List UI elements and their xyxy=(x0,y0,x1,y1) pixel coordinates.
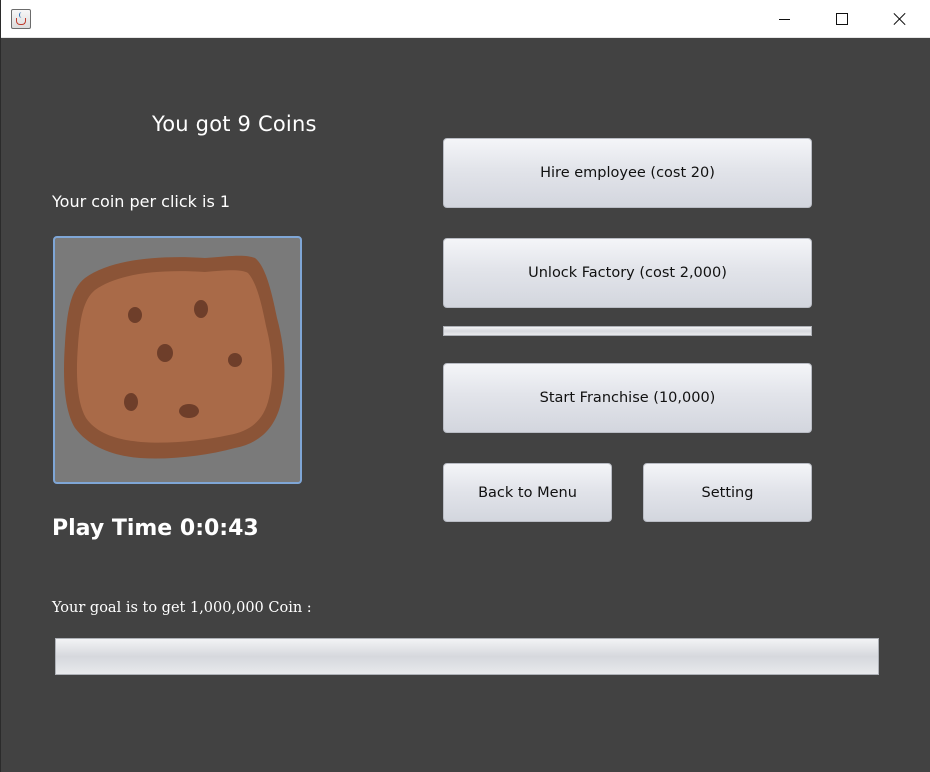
goal-progress-bar xyxy=(55,638,879,675)
maximize-button[interactable] xyxy=(813,0,871,38)
close-icon xyxy=(893,12,907,26)
cookie-click-button[interactable] xyxy=(53,236,302,484)
game-window: You got 9 Coins Your coin per click is 1… xyxy=(0,0,930,772)
minimize-icon xyxy=(778,18,790,20)
coins-label: You got 9 Coins xyxy=(152,112,317,136)
play-time-label: Play Time 0:0:43 xyxy=(52,516,259,541)
factory-progress-bar xyxy=(443,326,812,336)
java-cup-icon xyxy=(11,9,31,29)
coin-per-click-label: Your coin per click is 1 xyxy=(52,192,231,211)
minimize-button[interactable] xyxy=(755,0,813,38)
hire-employee-button[interactable]: Hire employee (cost 20) xyxy=(443,138,812,208)
maximize-icon xyxy=(836,13,848,25)
goal-label: Your goal is to get 1,000,000 Coin : xyxy=(52,600,312,616)
close-button[interactable] xyxy=(871,0,929,38)
cookie-icon xyxy=(64,255,285,459)
title-bar xyxy=(1,0,930,38)
back-to-menu-button[interactable]: Back to Menu xyxy=(443,463,612,522)
start-franchise-button[interactable]: Start Franchise (10,000) xyxy=(443,363,812,433)
setting-button[interactable]: Setting xyxy=(643,463,812,522)
unlock-factory-button[interactable]: Unlock Factory (cost 2,000) xyxy=(443,238,812,308)
